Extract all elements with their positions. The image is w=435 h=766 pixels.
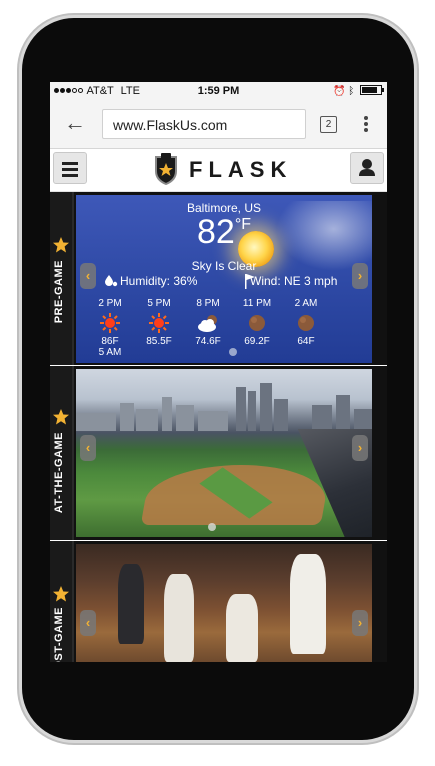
- logo-text: FLASK: [189, 157, 293, 182]
- forecast-temp: 64F: [297, 336, 315, 347]
- flask-logo[interactable]: FLASK: [153, 153, 293, 187]
- chevron-right-icon[interactable]: ›: [352, 263, 368, 289]
- forecast-temp: 74.6F: [195, 336, 221, 347]
- sun-icon: [100, 313, 120, 333]
- status-bar: AT&T LTE 1:59 PM ⏰ ᛒ: [50, 82, 387, 102]
- post-game-photo[interactable]: ‹ ›: [76, 544, 372, 662]
- weather-panel[interactable]: Baltimore, US 82°F Sky Is Clear Humidity…: [76, 195, 372, 363]
- forecast-item: 11 PM 69.2F: [235, 298, 279, 347]
- forecast-time: 5 PM: [147, 298, 171, 309]
- back-arrow-icon[interactable]: ←: [64, 112, 88, 136]
- moon-icon: [298, 315, 314, 331]
- chevron-left-icon[interactable]: ‹: [80, 263, 96, 289]
- chevron-right-icon[interactable]: ›: [352, 610, 368, 636]
- weather-wind: Wind: NE 3 mph: [250, 274, 338, 288]
- hamburger-menu-icon[interactable]: [53, 152, 87, 184]
- section-post-game: POST-GAME ‹ ›: [50, 541, 387, 662]
- section-label: POST-GAME: [53, 607, 65, 662]
- forecast-item: 8 PM 74.6F: [186, 298, 230, 347]
- app-header: FLASK: [50, 149, 387, 192]
- batter-figure: [290, 554, 326, 654]
- status-icons: ⏰ ᛒ: [332, 85, 384, 97]
- forecast-item: 2 PM 86F 5 AM: [88, 298, 132, 358]
- star-icon: [53, 409, 69, 425]
- forecast-time: 2 AM: [294, 298, 318, 309]
- star-icon: [53, 237, 69, 253]
- stadium-photo[interactable]: ‹ ›: [76, 369, 372, 537]
- section-sidebar: POST-GAME: [50, 541, 74, 662]
- section-sidebar: PRE-GAME: [50, 192, 74, 365]
- player-54-figure: [226, 594, 258, 662]
- forecast-item: 2 AM 64F: [284, 298, 328, 347]
- bluetooth-icon: ᛒ: [348, 86, 355, 97]
- chevron-left-icon[interactable]: ‹: [80, 435, 96, 461]
- overflow-menu-icon[interactable]: [358, 114, 374, 136]
- humidity-drop-icon: [105, 275, 118, 287]
- weather-condition: Sky Is Clear: [191, 259, 257, 273]
- forecast-item: 5 PM 85.5F: [137, 298, 181, 347]
- carousel-indicator[interactable]: [208, 523, 216, 531]
- forecast-temp: 86F: [101, 336, 119, 347]
- browser-toolbar: ← www.FlaskUs.com 2: [50, 102, 387, 149]
- section-label: PRE-GAME: [53, 260, 65, 324]
- umpire-figure: [118, 564, 144, 644]
- user-account-button[interactable]: [350, 152, 384, 184]
- forecast-temp: 69.2F: [244, 336, 270, 347]
- moon-icon: [249, 315, 265, 331]
- chevron-right-icon[interactable]: ›: [352, 435, 368, 461]
- chevron-left-icon[interactable]: ‹: [80, 610, 96, 636]
- sun-icon: [149, 313, 169, 333]
- user-icon: [359, 159, 375, 176]
- forecast-time: 5 AM: [98, 347, 122, 358]
- forecast-time: 2 PM: [98, 298, 122, 309]
- battery-icon: [360, 85, 384, 95]
- url-field[interactable]: www.FlaskUs.com: [102, 109, 306, 139]
- cloud-moon-icon: [198, 315, 217, 332]
- city-skyline-graphic: [76, 383, 372, 431]
- carousel-indicator[interactable]: [229, 348, 237, 356]
- section-label: AT-THE-GAME: [53, 432, 65, 514]
- phone-screen: AT&T LTE 1:59 PM ⏰ ᛒ ← www.FlaskUs.com 2…: [50, 82, 387, 662]
- tab-switcher-button[interactable]: 2: [320, 116, 337, 133]
- alarm-icon: ⏰: [332, 86, 346, 97]
- star-icon: [53, 586, 69, 602]
- section-sidebar: AT-THE-GAME: [50, 366, 74, 540]
- forecast-time: 11 PM: [242, 298, 272, 309]
- section-pre-game: PRE-GAME Baltimore, US 82°F Sky Is Clear…: [50, 192, 387, 365]
- forecast-time: 8 PM: [196, 298, 220, 309]
- section-at-the-game: AT-THE-GAME ‹ ›: [50, 366, 387, 540]
- forecast-temp: 85.5F: [146, 336, 172, 347]
- weather-temperature: 82°F: [197, 213, 251, 251]
- shield-star-icon: [155, 153, 177, 185]
- catcher-figure: [164, 574, 194, 662]
- weather-humidity: Humidity: 36%: [120, 274, 198, 288]
